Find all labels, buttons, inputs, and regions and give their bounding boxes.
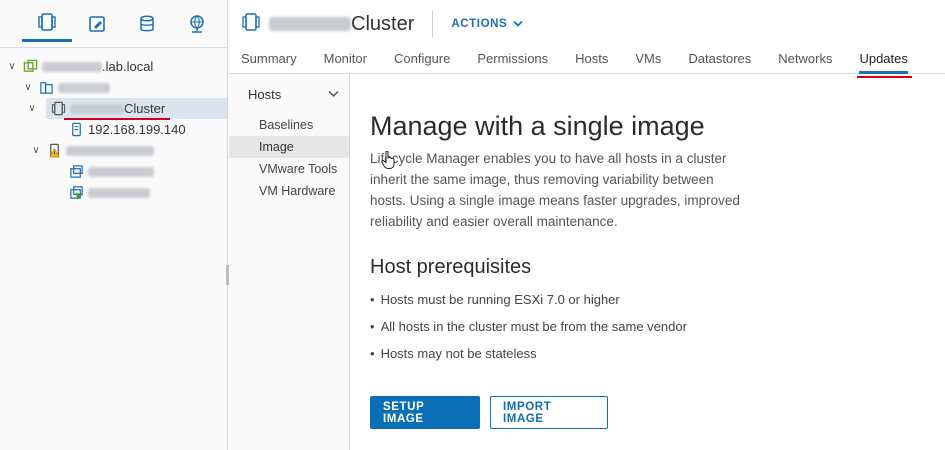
- vcenter-name-suffix: .lab.local: [102, 59, 154, 74]
- chevron-down-icon[interactable]: ∨: [26, 103, 38, 114]
- chevron-down-icon: [513, 20, 523, 27]
- action-buttons: SETUP IMAGE IMPORT IMAGE: [370, 396, 945, 429]
- tab-summary[interactable]: Summary: [241, 48, 297, 74]
- chevron-down-icon[interactable]: ∨: [6, 61, 18, 72]
- tab-datastores[interactable]: Datastores: [688, 48, 751, 74]
- page-title: Cluster: [269, 13, 414, 36]
- tab-monitor[interactable]: Monitor: [324, 48, 367, 74]
- networking-icon[interactable]: [172, 6, 222, 42]
- redacted-text: [42, 61, 102, 72]
- object-header: Cluster ACTIONS: [229, 0, 945, 48]
- hosts-and-clusters-icon[interactable]: [22, 6, 72, 42]
- navigator-icon-bar: [0, 0, 227, 48]
- chevron-down-icon[interactable]: ∨: [22, 82, 34, 93]
- tree-row-vm[interactable]: [0, 161, 227, 182]
- tab-configure[interactable]: Configure: [394, 48, 450, 74]
- header-divider: [432, 11, 434, 37]
- host-ip-label: 192.168.199.140: [88, 122, 186, 137]
- image-main-content: Manage with a single image Lifecycle Man…: [351, 75, 945, 450]
- redacted-text: [70, 103, 124, 114]
- redacted-text: [88, 187, 150, 198]
- tab-updates[interactable]: Updates: [857, 48, 913, 78]
- subnav-item-baselines[interactable]: Baselines: [229, 114, 349, 136]
- vms-and-templates-icon[interactable]: [72, 6, 122, 42]
- description-text: Lifecycle Manager enables you to have al…: [370, 151, 740, 229]
- subnav-section-hosts[interactable]: Hosts: [229, 74, 349, 114]
- redacted-text: [66, 145, 154, 156]
- tree-row-datacenter[interactable]: ∨: [0, 77, 227, 98]
- import-image-button[interactable]: IMPORT IMAGE: [490, 396, 608, 429]
- chevron-down-icon: [328, 90, 339, 98]
- tab-networks[interactable]: Networks: [778, 48, 832, 74]
- subnav-item-vmware-tools[interactable]: VMware Tools: [229, 158, 349, 180]
- subnav-item-image[interactable]: Image: [229, 136, 349, 158]
- tab-vms[interactable]: VMs: [635, 48, 661, 74]
- prerequisites-list: Hosts must be running ESXi 7.0 or higher…: [370, 286, 945, 367]
- updates-subnav: Hosts Baselines Image VMware Tools VM Ha…: [229, 74, 350, 450]
- page-heading: Manage with a single image: [370, 111, 705, 141]
- redacted-text: [58, 82, 110, 93]
- cluster-icon: [241, 12, 261, 37]
- tab-permissions[interactable]: Permissions: [477, 48, 548, 74]
- tree-row-vcenter[interactable]: ∨ .lab.local: [0, 56, 227, 77]
- object-tabs: Summary Monitor Configure Permissions Ho…: [229, 48, 945, 78]
- host-icon: [68, 122, 84, 138]
- tree-row-vm-running[interactable]: [0, 182, 227, 203]
- list-item: Hosts must be running ESXi 7.0 or higher: [370, 286, 945, 313]
- datacenter-icon: [38, 80, 54, 96]
- redacted-text: [88, 166, 154, 177]
- navigator-panel: ∨ .lab.local ∨ ∨ Cluster 192.168.199.140…: [0, 0, 228, 450]
- cluster-icon: [50, 101, 66, 117]
- storage-icon[interactable]: [122, 6, 172, 42]
- tree-row-host[interactable]: 192.168.199.140: [0, 119, 227, 140]
- chevron-down-icon[interactable]: ∨: [30, 145, 42, 156]
- inventory-tree: ∨ .lab.local ∨ ∨ Cluster 192.168.199.140…: [0, 48, 227, 203]
- tree-row-cluster-warning[interactable]: ∨: [0, 140, 227, 161]
- vcenter-icon: [22, 59, 38, 75]
- page-title-suffix: Cluster: [351, 12, 415, 35]
- cluster-name-suffix: Cluster: [124, 101, 166, 116]
- redacted-text: [269, 17, 351, 31]
- prerequisites-heading: Host prerequisites: [370, 256, 532, 278]
- warning-cluster-icon: [46, 143, 62, 159]
- vm-icon: [68, 164, 84, 180]
- vm-running-icon: [68, 185, 84, 201]
- actions-menu-button[interactable]: ACTIONS: [451, 18, 523, 30]
- tab-hosts[interactable]: Hosts: [575, 48, 608, 74]
- setup-image-button[interactable]: SETUP IMAGE: [370, 396, 480, 429]
- list-item: Hosts may not be stateless: [370, 340, 945, 367]
- hand-cursor-icon: [381, 151, 395, 169]
- actions-label: ACTIONS: [451, 18, 508, 30]
- subnav-item-vm-hardware[interactable]: VM Hardware: [229, 180, 349, 202]
- subnav-section-label: Hosts: [248, 86, 282, 102]
- tree-row-cluster[interactable]: ∨ Cluster: [28, 98, 227, 120]
- list-item: All hosts in the cluster must be from th…: [370, 313, 945, 340]
